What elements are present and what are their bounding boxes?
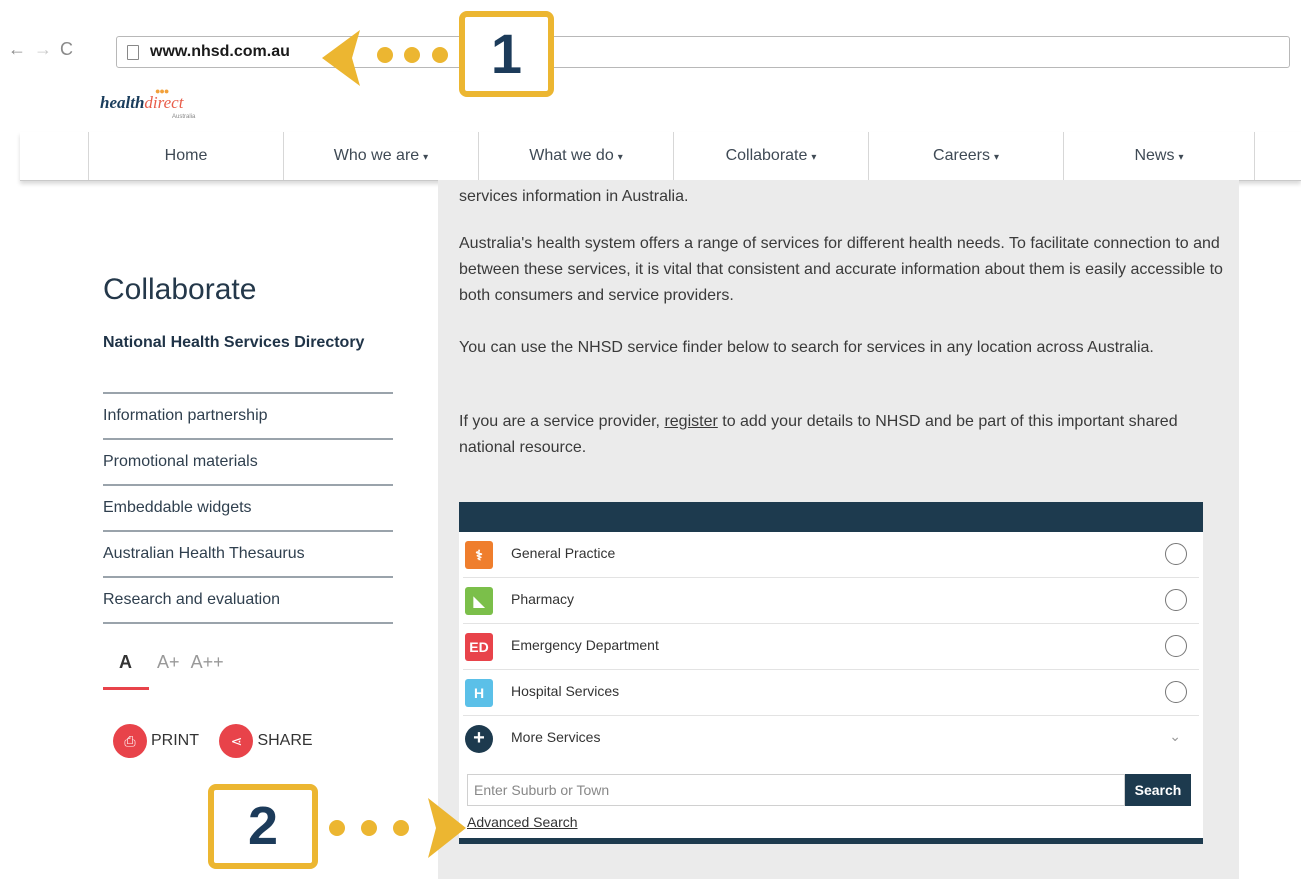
callout-2-arrow-icon: [428, 798, 466, 858]
address-bar[interactable]: www.nhsd.com.au: [116, 36, 1290, 68]
service-radio[interactable]: [1165, 543, 1187, 565]
service-finder-widget: ⚕ General Practice ◣ Pharmacy ED Emergen…: [459, 502, 1203, 844]
font-size-larger[interactable]: A++: [191, 652, 224, 672]
pill-icon: ◣: [465, 587, 493, 615]
callout-1-dot: [432, 47, 448, 63]
main-nav: Home Who we are ▾ What we do ▾ Collaborate…: [20, 132, 1301, 181]
callout-2-dot: [361, 820, 377, 836]
widget-header: [459, 502, 1203, 532]
service-radio[interactable]: [1165, 635, 1187, 657]
sidebar-item-embeddable-widgets[interactable]: Embeddable widgets: [103, 486, 393, 532]
service-label: Emergency Department: [511, 637, 659, 653]
callout-1: 1: [459, 11, 554, 97]
share-row: ⎙ PRINT ⋖ SHARE: [113, 724, 329, 758]
callout-1-dot: [377, 47, 393, 63]
forward-arrow-icon[interactable]: →: [34, 39, 52, 59]
url-text[interactable]: www.nhsd.com.au: [150, 43, 290, 61]
nav-collaborate[interactable]: Collaborate ▾: [673, 132, 868, 180]
nav-news-label: News: [1134, 147, 1175, 164]
caret-down-icon: ▾: [811, 152, 817, 163]
logo-part1: health: [100, 93, 145, 112]
provider-paragraph: If you are a service provider, register …: [459, 409, 1229, 461]
nav-who-label: Who we are: [333, 147, 420, 164]
search-button[interactable]: Search: [1125, 774, 1191, 806]
more-services-toggle[interactable]: + More Services ⌄: [463, 716, 1199, 761]
callout-2: 2: [208, 784, 318, 869]
print-icon[interactable]: ⎙: [113, 724, 147, 758]
nav-home-label: Home: [164, 147, 208, 164]
sidebar-nav: National Health Services Directory Infor…: [103, 326, 393, 624]
finder-paragraph: You can use the NHSD service finder belo…: [459, 339, 1154, 356]
nav-collab-label: Collaborate: [725, 147, 808, 164]
sidebar-item-nhsd[interactable]: National Health Services Directory: [103, 326, 393, 394]
sidebar-title: Collaborate: [103, 273, 257, 306]
browser-chrome: ← → C www.nhsd.com.au: [0, 0, 1301, 86]
caret-down-icon: ▾: [423, 152, 429, 163]
caret-down-icon: ▾: [993, 152, 999, 163]
service-option-pharmacy[interactable]: ◣ Pharmacy: [463, 578, 1199, 624]
service-label: General Practice: [511, 545, 616, 561]
widget-footer: [459, 838, 1203, 844]
callout-1-arrow-icon: [322, 30, 360, 86]
sidebar-item-health-thesaurus[interactable]: Australian Health Thesaurus: [103, 532, 393, 578]
share-icon[interactable]: ⋖: [219, 724, 254, 758]
nav-careers[interactable]: Careers ▾: [868, 132, 1063, 180]
healthdirect-logo[interactable]: healthdirect Australia: [100, 93, 195, 120]
intro-text: services information in Australia.: [459, 188, 689, 205]
suburb-search-input[interactable]: [467, 774, 1125, 806]
service-label: Hospital Services: [511, 683, 620, 699]
hospital-icon: H: [465, 679, 493, 707]
reload-icon[interactable]: C: [60, 39, 73, 59]
advanced-search-link[interactable]: Advanced Search: [467, 814, 578, 830]
callout-2-dot: [329, 820, 345, 836]
page-icon: [127, 45, 139, 60]
share-button[interactable]: SHARE: [257, 732, 312, 749]
font-size-active-indicator: [103, 687, 149, 690]
nav-what-label: What we do: [529, 147, 614, 164]
caret-down-icon: ▾: [1178, 152, 1184, 163]
service-radio[interactable]: [1165, 681, 1187, 703]
logo-sub: Australia: [172, 114, 196, 120]
nav-news[interactable]: News ▾: [1063, 132, 1255, 180]
service-option-hospital[interactable]: H Hospital Services: [463, 670, 1199, 716]
font-size-controls: A A+ A++: [119, 652, 224, 673]
more-services-label: More Services: [511, 729, 601, 745]
service-option-emergency[interactable]: ED Emergency Department: [463, 624, 1199, 670]
sidebar-item-information-partnership[interactable]: Information partnership: [103, 394, 393, 440]
nav-who-we-are[interactable]: Who we are ▾: [283, 132, 478, 180]
nav-what-we-do[interactable]: What we do ▾: [478, 132, 673, 180]
register-link[interactable]: register: [664, 413, 717, 430]
service-radio[interactable]: [1165, 589, 1187, 611]
logo-dots-icon: ●●●: [155, 86, 169, 96]
font-size-normal[interactable]: A: [119, 652, 132, 672]
print-button[interactable]: PRINT: [151, 732, 199, 749]
ed-icon: ED: [465, 633, 493, 661]
plus-circle-icon: +: [465, 725, 493, 753]
nav-home[interactable]: Home: [88, 132, 283, 180]
font-size-large[interactable]: A+: [157, 652, 180, 672]
stethoscope-icon: ⚕: [465, 541, 493, 569]
chevron-down-icon[interactable]: ⌄: [1169, 728, 1181, 745]
provider-text-before: If you are a service provider,: [459, 413, 665, 430]
back-arrow-icon[interactable]: ←: [8, 39, 26, 59]
service-option-general-practice[interactable]: ⚕ General Practice: [463, 532, 1199, 578]
caret-down-icon: ▾: [617, 152, 623, 163]
service-label: Pharmacy: [511, 591, 575, 607]
sidebar-item-research[interactable]: Research and evaluation: [103, 578, 393, 624]
services-paragraph: Australia's health system offers a range…: [459, 235, 1223, 304]
callout-1-dot: [404, 47, 420, 63]
callout-2-dot: [393, 820, 409, 836]
sidebar-item-promotional-materials[interactable]: Promotional materials: [103, 440, 393, 486]
nav-careers-label: Careers: [933, 147, 990, 164]
